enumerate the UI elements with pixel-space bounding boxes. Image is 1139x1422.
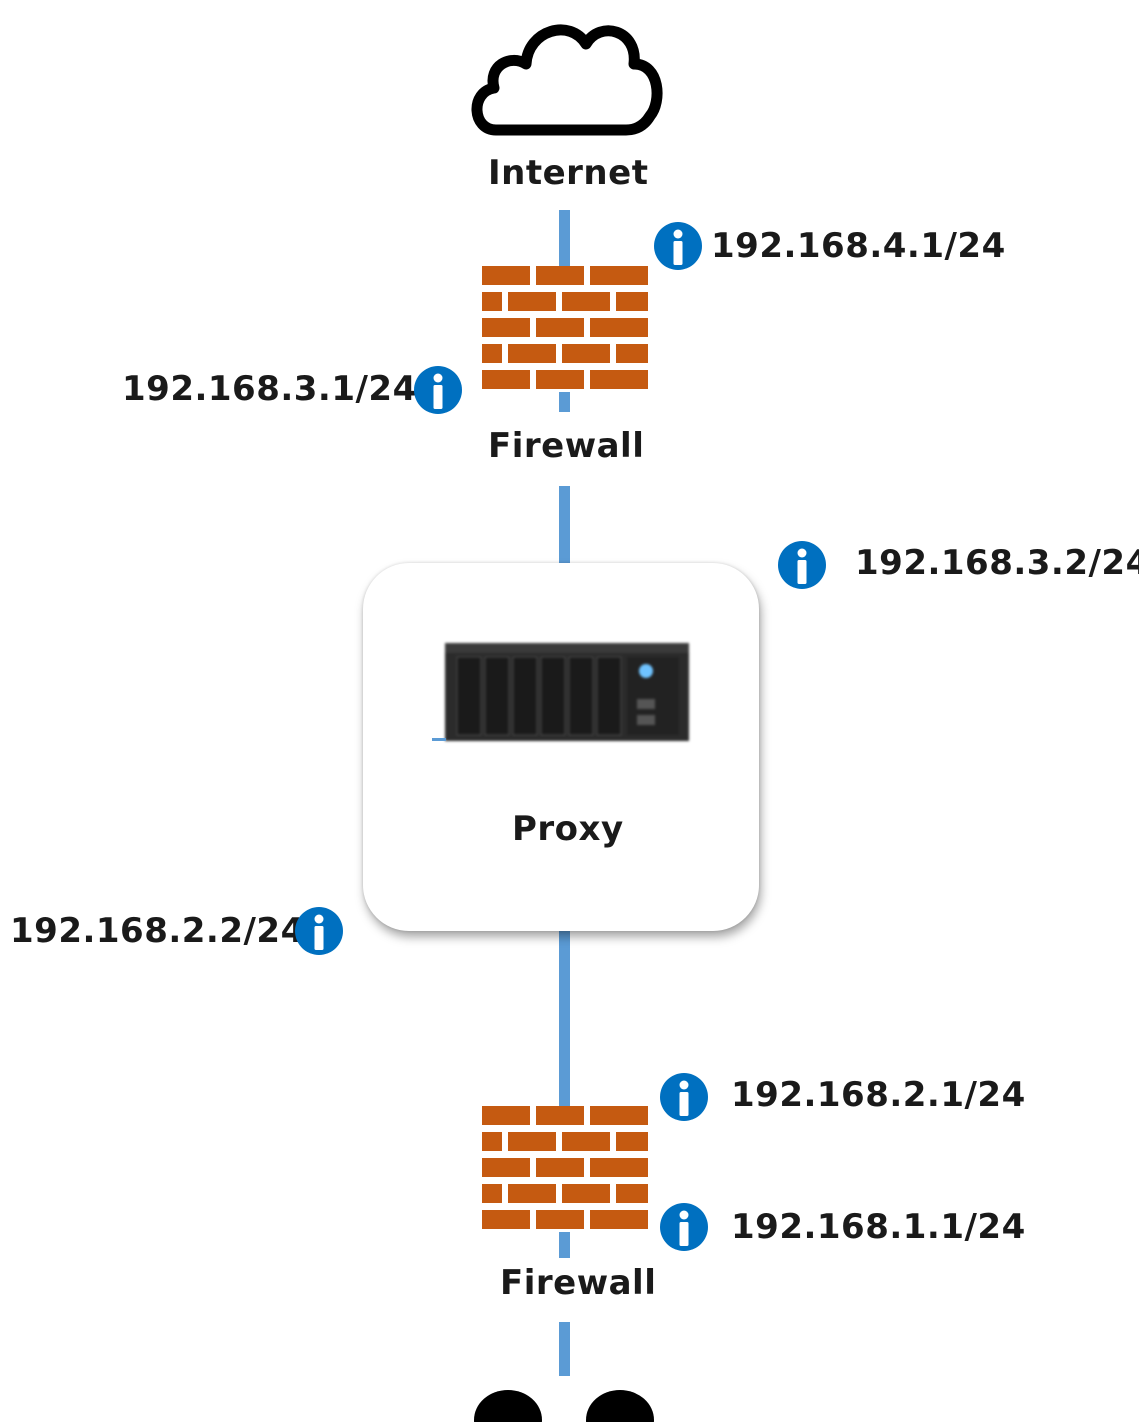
ip-proxy-outer: 192.168.3.2/24: [855, 543, 1139, 583]
info-icon[interactable]: [660, 1073, 708, 1121]
firewall-bottom-label: Firewall: [500, 1263, 657, 1303]
info-icon[interactable]: [654, 222, 702, 270]
info-icon[interactable]: [778, 541, 826, 589]
firewall-top-label: Firewall: [488, 426, 645, 466]
server-base-line: [432, 738, 446, 741]
firewall-icon: [482, 1106, 648, 1232]
internet-label: Internet: [488, 153, 649, 193]
proxy-node[interactable]: Proxy: [363, 563, 759, 931]
ip-fw-top-inner: 192.168.3.1/24: [122, 369, 417, 409]
users-icon: [474, 1390, 654, 1422]
firewall-icon: [482, 266, 648, 392]
info-icon[interactable]: [295, 907, 343, 955]
ip-proxy-inner: 192.168.2.2/24: [10, 911, 305, 951]
ip-fw-bottom-inner: 192.168.1.1/24: [731, 1207, 1026, 1247]
ip-fw-top-outer: 192.168.4.1/24: [711, 226, 1006, 266]
info-icon[interactable]: [660, 1203, 708, 1251]
link-firewall-proxy: [559, 486, 570, 566]
info-icon[interactable]: [414, 366, 462, 414]
link-firewall-lan: [559, 1322, 570, 1376]
ip-fw-bottom-outer: 192.168.2.1/24: [731, 1075, 1026, 1115]
proxy-label: Proxy: [512, 809, 624, 849]
cloud-icon: [471, 24, 663, 136]
server-icon: [445, 643, 689, 741]
